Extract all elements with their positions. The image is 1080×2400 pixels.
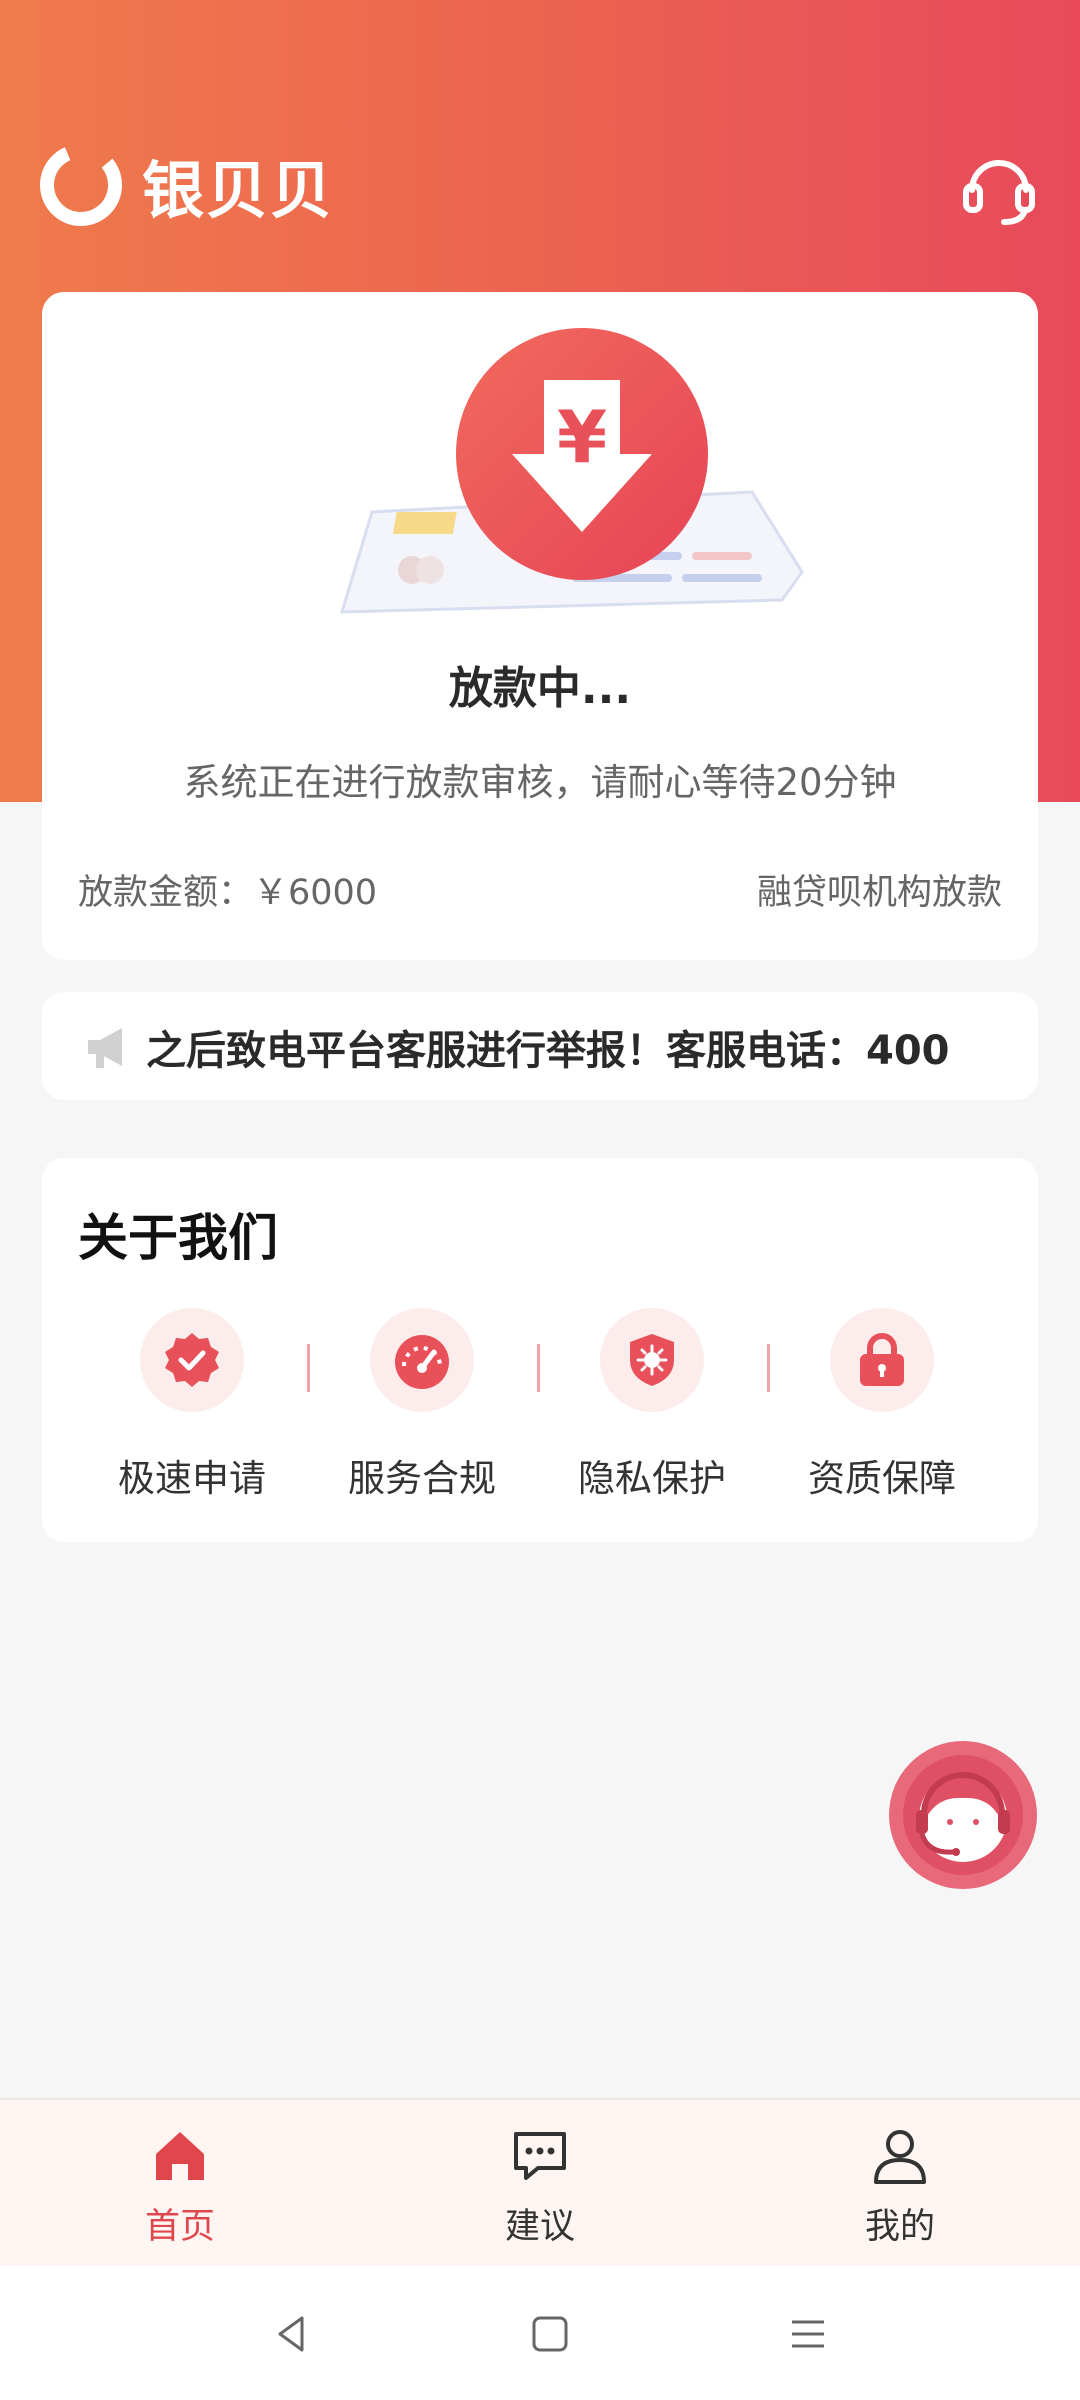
badge-check-icon bbox=[165, 1333, 219, 1387]
brand-name: 银贝贝 bbox=[142, 154, 335, 227]
loan-amount: 放款金额：￥6000 bbox=[78, 873, 378, 913]
menu-icon[interactable] bbox=[778, 2304, 838, 2364]
loan-status-card: ¥ 放款中... 系统正在进行放款审核，请耐心等待20分钟 放款金额：￥6000… bbox=[42, 292, 1038, 960]
status-title: 放款中... bbox=[448, 663, 632, 714]
svg-text:¥: ¥ bbox=[557, 395, 607, 479]
headset-icon[interactable] bbox=[958, 148, 1040, 230]
brand: 银贝贝 bbox=[40, 140, 334, 230]
notice-bar[interactable]: 之后致电平台客服进行举报！客服电话：400 bbox=[42, 992, 1038, 1100]
feature-privacy: 隐私保护 bbox=[542, 1308, 762, 1508]
brand-logo-icon bbox=[40, 144, 122, 226]
back-icon[interactable] bbox=[262, 2304, 322, 2364]
status-description: 系统正在进行放款审核，请耐心等待20分钟 bbox=[183, 761, 897, 804]
about-section: 关于我们 极速申请 服务合规 隐私保护 资质保障 bbox=[42, 1158, 1038, 1542]
bottom-tab-bar: 首页 建议 我的 bbox=[0, 2098, 1080, 2266]
tab-mine[interactable]: 我的 bbox=[800, 2114, 1000, 2264]
tab-suggestion[interactable]: 建议 bbox=[440, 2114, 640, 2264]
feature-label: 极速申请 bbox=[118, 1457, 266, 1500]
home-square-icon[interactable] bbox=[520, 2304, 580, 2364]
message-dots-icon bbox=[514, 2132, 566, 2180]
home-icon bbox=[156, 2132, 204, 2180]
about-title: 关于我们 bbox=[78, 1209, 278, 1267]
tab-home[interactable]: 首页 bbox=[80, 2114, 280, 2264]
feature-label: 资质保障 bbox=[808, 1457, 956, 1500]
tab-label: 我的 bbox=[864, 2207, 935, 2247]
divider bbox=[767, 1344, 770, 1392]
lending-institution: 融贷呗机构放款 bbox=[756, 873, 1002, 913]
feature-qualification: 资质保障 bbox=[772, 1308, 992, 1508]
user-icon bbox=[874, 2130, 926, 2184]
shield-virus-icon bbox=[630, 1334, 674, 1386]
speedometer-icon bbox=[395, 1335, 449, 1389]
divider bbox=[307, 1344, 310, 1392]
tab-label: 建议 bbox=[504, 2207, 575, 2247]
feature-label: 服务合规 bbox=[348, 1457, 496, 1500]
tab-label: 首页 bbox=[144, 2207, 215, 2247]
feature-label: 隐私保护 bbox=[578, 1457, 726, 1500]
system-navigation-bar bbox=[0, 2266, 1080, 2400]
lock-icon bbox=[860, 1333, 904, 1386]
feature-compliance: 服务合规 bbox=[312, 1308, 532, 1508]
notice-text: 之后致电平台客服进行举报！客服电话：400 bbox=[146, 1028, 950, 1074]
divider bbox=[537, 1344, 540, 1392]
customer-service-float-icon[interactable] bbox=[888, 1740, 1038, 1890]
feature-fast-apply: 极速申请 bbox=[82, 1308, 302, 1508]
megaphone-icon bbox=[88, 1028, 122, 1068]
